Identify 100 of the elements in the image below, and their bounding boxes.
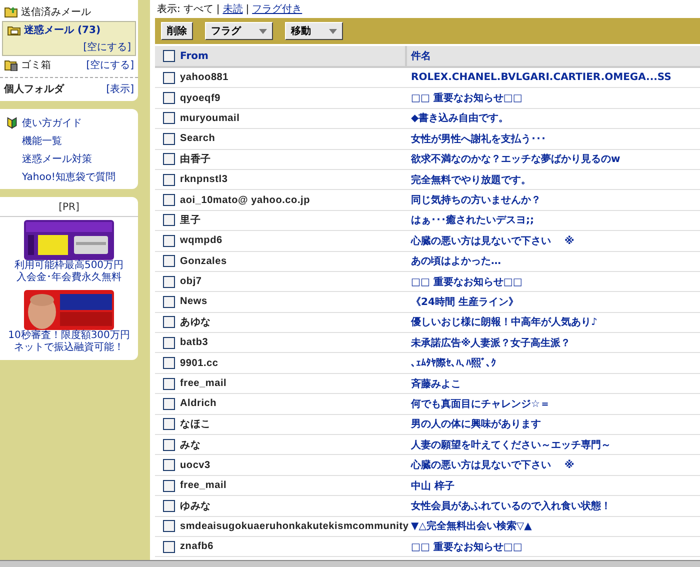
subject-link[interactable]: ▼△完全無料出会い検索▽▲ — [407, 519, 532, 534]
folder-icon — [7, 24, 21, 36]
guide-link[interactable]: Yahoo!知恵袋で質問 — [0, 168, 138, 186]
column-header[interactable]: From — [180, 50, 208, 62]
row-checkbox[interactable] — [163, 132, 175, 145]
subject-link[interactable]: ◆書き込み自由です。 — [407, 111, 509, 126]
separator: | — [216, 4, 220, 14]
subject-link[interactable]: 人妻の願望を叶えてください～エッチ専門～ — [407, 438, 611, 452]
subject-link[interactable]: 女性が男性へ謝礼を支払う･･･ — [407, 132, 546, 146]
folder-icon — [4, 6, 18, 18]
subject-link[interactable]: ROLEX.CHANEL.BVLGARI.CARTIER.OMEGA...SS — [407, 72, 672, 84]
sender: rknpnstl3 — [180, 174, 228, 186]
row-checkbox[interactable] — [163, 540, 175, 553]
row-checkbox[interactable] — [163, 459, 175, 472]
guide-link[interactable]: 機能一覧 — [0, 132, 138, 150]
subject-link[interactable]: 斉藤みよこ — [407, 376, 461, 391]
sender: みな — [180, 438, 201, 452]
row-checkbox[interactable] — [163, 480, 175, 492]
subject-link[interactable]: □□ 重要なお知らせ□□ — [407, 540, 522, 554]
row-checkbox[interactable] — [163, 112, 175, 124]
row-checkbox[interactable] — [163, 72, 175, 84]
sender: free_mail — [180, 480, 227, 491]
row-checkbox[interactable] — [163, 316, 175, 328]
subject-link[interactable]: □□ 重要なお知らせ□□ — [407, 274, 522, 289]
ad-caption[interactable]: 利用可能枠最高500万円 — [14, 260, 124, 272]
sender: uocv3 — [180, 460, 210, 471]
sender: batb3 — [180, 337, 208, 348]
row-checkbox[interactable] — [163, 398, 175, 410]
ad-caption[interactable]: ネットで振込融資可能！ — [14, 342, 124, 354]
row-checkbox[interactable] — [163, 153, 175, 166]
subject-link[interactable]: ､ｪﾑﾀﾔ際ｾ､ﾊ､ﾊ熙ﾞ､ｸ — [407, 356, 496, 370]
subject-link[interactable]: 中山 梓子 — [407, 478, 454, 492]
subject-link[interactable]: 男の人の体に興味があります — [407, 417, 541, 432]
subject-link[interactable]: 心臓の悪い方は見ないで下さい ※ — [407, 458, 574, 472]
row-checkbox[interactable] — [163, 438, 175, 451]
subject-link[interactable]: 同じ気持ちの方いませんか？ — [407, 193, 541, 208]
caret-icon — [329, 28, 337, 34]
delete-button[interactable]: 削除 — [161, 22, 193, 40]
caret-icon — [259, 28, 267, 34]
row-checkbox[interactable] — [163, 276, 175, 288]
row-checkbox[interactable] — [163, 500, 175, 512]
row-checkbox[interactable] — [163, 418, 175, 430]
subject-link[interactable]: 未承諾広告※人妻派？女子高生派？ — [407, 336, 571, 350]
subject-link[interactable]: あの頃はよかった… — [407, 254, 501, 268]
personal-folder-label: 個人フォルダ — [4, 82, 64, 96]
folder-item[interactable]: ゴミ箱 [空にする] — [0, 56, 138, 74]
select-all-checkbox[interactable] — [163, 50, 175, 62]
sender: ゆみな — [180, 500, 211, 513]
sender: muryoumail — [180, 112, 240, 124]
subject-link[interactable]: 女性会員があふれているので入れ食い状態！ — [407, 498, 611, 513]
filter-label: 表示: — [157, 2, 180, 16]
subject-link[interactable]: 心臓の悪い方は見ないで下さい ※ — [407, 234, 574, 248]
row-checkbox[interactable] — [163, 174, 175, 186]
row-checkbox[interactable] — [163, 336, 175, 349]
row-checkbox[interactable] — [163, 92, 175, 104]
sender: obj7 — [180, 276, 202, 288]
folder-item[interactable]: 送信済みメール — [0, 3, 138, 21]
sender: 由香子 — [180, 152, 211, 166]
row-checkbox[interactable] — [163, 520, 175, 532]
ad-caption[interactable]: 入会金･年会費永久無料 — [16, 272, 122, 284]
empty-link[interactable]: [空にする] — [83, 40, 131, 54]
row-checkbox[interactable] — [163, 234, 175, 247]
sender: qyoeqf9 — [180, 92, 220, 104]
row-checkbox[interactable] — [163, 194, 175, 206]
filter-link[interactable]: フラグ付き — [252, 2, 302, 16]
subject-link[interactable]: 何でも真面目にチャレンジ☆＝ — [407, 396, 550, 411]
subject-link[interactable]: 完全無料でやり放題です。 — [407, 172, 531, 187]
guide-link[interactable]: 迷惑メール対策 — [0, 150, 138, 168]
beginner-mark-icon — [5, 117, 19, 129]
ad-caption[interactable]: 10秒審査！限度額300万円 — [8, 330, 130, 342]
sender: znafb6 — [180, 541, 214, 552]
row-checkbox[interactable] — [163, 378, 175, 390]
sender: Search — [180, 133, 216, 144]
sender: aoi_10mato@ yahoo.co.jp — [180, 194, 310, 206]
guide-link[interactable]: 使い方ガイド — [22, 116, 82, 130]
dropdown-button[interactable]: フラグ — [205, 22, 273, 40]
sender: Gonzales — [180, 256, 227, 267]
separator: | — [246, 4, 250, 14]
row-checkbox[interactable] — [163, 255, 175, 268]
sender: 9901.cc — [180, 358, 218, 369]
row-checkbox[interactable] — [163, 296, 175, 308]
subject-link[interactable]: 欲求不満なのかな？エッチな夢ばかり見るのw — [407, 152, 620, 166]
sender: smdeaisugokuaeruhonkakutekismcommunity — [180, 520, 409, 532]
sender: あゆな — [180, 316, 211, 330]
sender: yahoo881 — [180, 72, 229, 84]
show-link[interactable]: [表示] — [106, 82, 134, 96]
subject-link[interactable]: □□ 重要なお知らせ□□ — [407, 91, 522, 106]
row-checkbox[interactable] — [163, 357, 175, 370]
sender: wqmpd6 — [180, 235, 222, 246]
subject-link[interactable]: 《24時間 生産ライン》 — [407, 294, 518, 309]
folder-item[interactable]: 迷惑メール (73) [空にする] — [2, 21, 136, 56]
subject-link[interactable]: はぁ･･･癒されたいデスヨ;; — [407, 213, 534, 228]
dropdown-button[interactable]: 移動 — [285, 22, 343, 40]
row-checkbox[interactable] — [163, 214, 175, 226]
sender: Aldrich — [180, 398, 217, 410]
column-header[interactable]: 件名 — [407, 49, 431, 63]
filter-link[interactable]: 未読 — [222, 2, 243, 16]
empty-link[interactable]: [空にする] — [86, 58, 134, 72]
filter-link[interactable]: すべて — [183, 2, 214, 16]
subject-link[interactable]: 優しいおじ様に朗報！中高年が人気あり♪ — [407, 315, 598, 330]
